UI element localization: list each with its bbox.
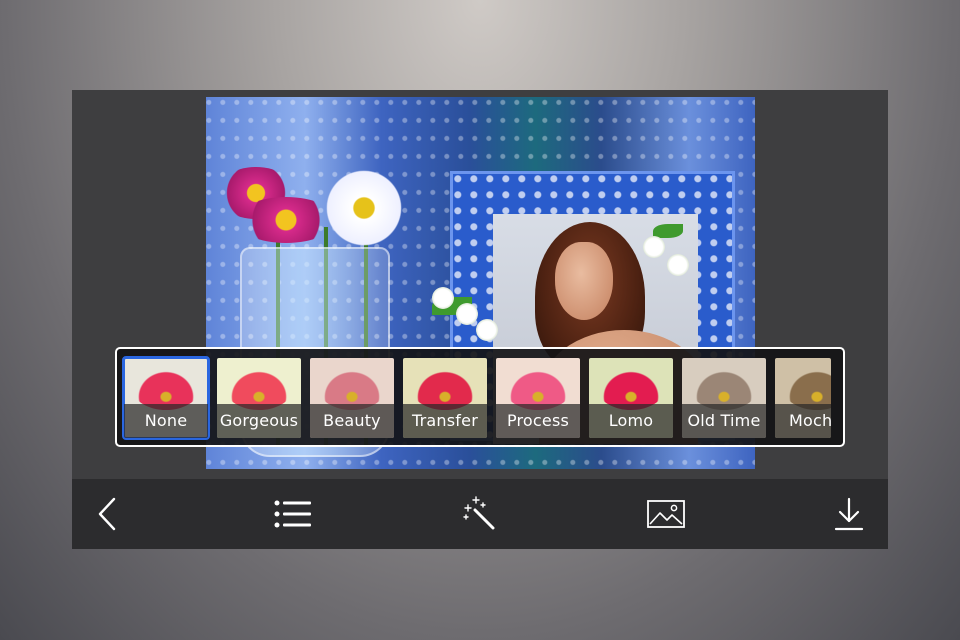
filter-label: Moch: [775, 404, 831, 438]
filter-label: Beauty: [310, 404, 394, 438]
person-face: [555, 242, 613, 320]
white-daisy: [318, 165, 410, 251]
list-icon: [274, 500, 311, 528]
filter-thumb-beauty[interactable]: Beauty: [310, 358, 394, 438]
download-icon: [834, 497, 864, 531]
filter-thumb-process[interactable]: Process: [496, 358, 580, 438]
lily-flower: [667, 254, 689, 276]
filter-thumb-lomo[interactable]: Lomo: [589, 358, 673, 438]
filter-thumb-old-time[interactable]: Old Time: [682, 358, 766, 438]
lily-flower: [643, 236, 665, 258]
image-icon: [647, 500, 685, 528]
effects-button[interactable]: [444, 479, 514, 549]
back-button[interactable]: [73, 479, 143, 549]
filter-thumb-gorgeous[interactable]: Gorgeous: [217, 358, 301, 438]
filters-list-button[interactable]: [258, 479, 328, 549]
filter-thumb-moch[interactable]: Moch: [775, 358, 831, 438]
lily-flower: [456, 303, 478, 325]
filter-strip[interactable]: None Gorgeous Beauty Transfer Process Lomo Old…: [115, 347, 845, 447]
filter-thumb-transfer[interactable]: Transfer: [403, 358, 487, 438]
filter-label: Lomo: [589, 404, 673, 438]
filter-label: Old Time: [682, 404, 766, 438]
filter-label: Gorgeous: [217, 404, 301, 438]
filter-label: None: [124, 404, 208, 438]
bottom-toolbar: [72, 479, 888, 549]
magic-wand-icon: [463, 496, 495, 530]
filter-label: Process: [496, 404, 580, 438]
filter-label: Transfer: [403, 404, 487, 438]
editor-window: [72, 90, 888, 549]
lily-flower: [432, 287, 454, 309]
download-button[interactable]: [814, 479, 884, 549]
filter-thumb-none[interactable]: None: [122, 356, 210, 440]
back-chevron-icon: [98, 497, 116, 531]
lily-flower: [476, 319, 498, 341]
background-image-button[interactable]: [631, 479, 701, 549]
